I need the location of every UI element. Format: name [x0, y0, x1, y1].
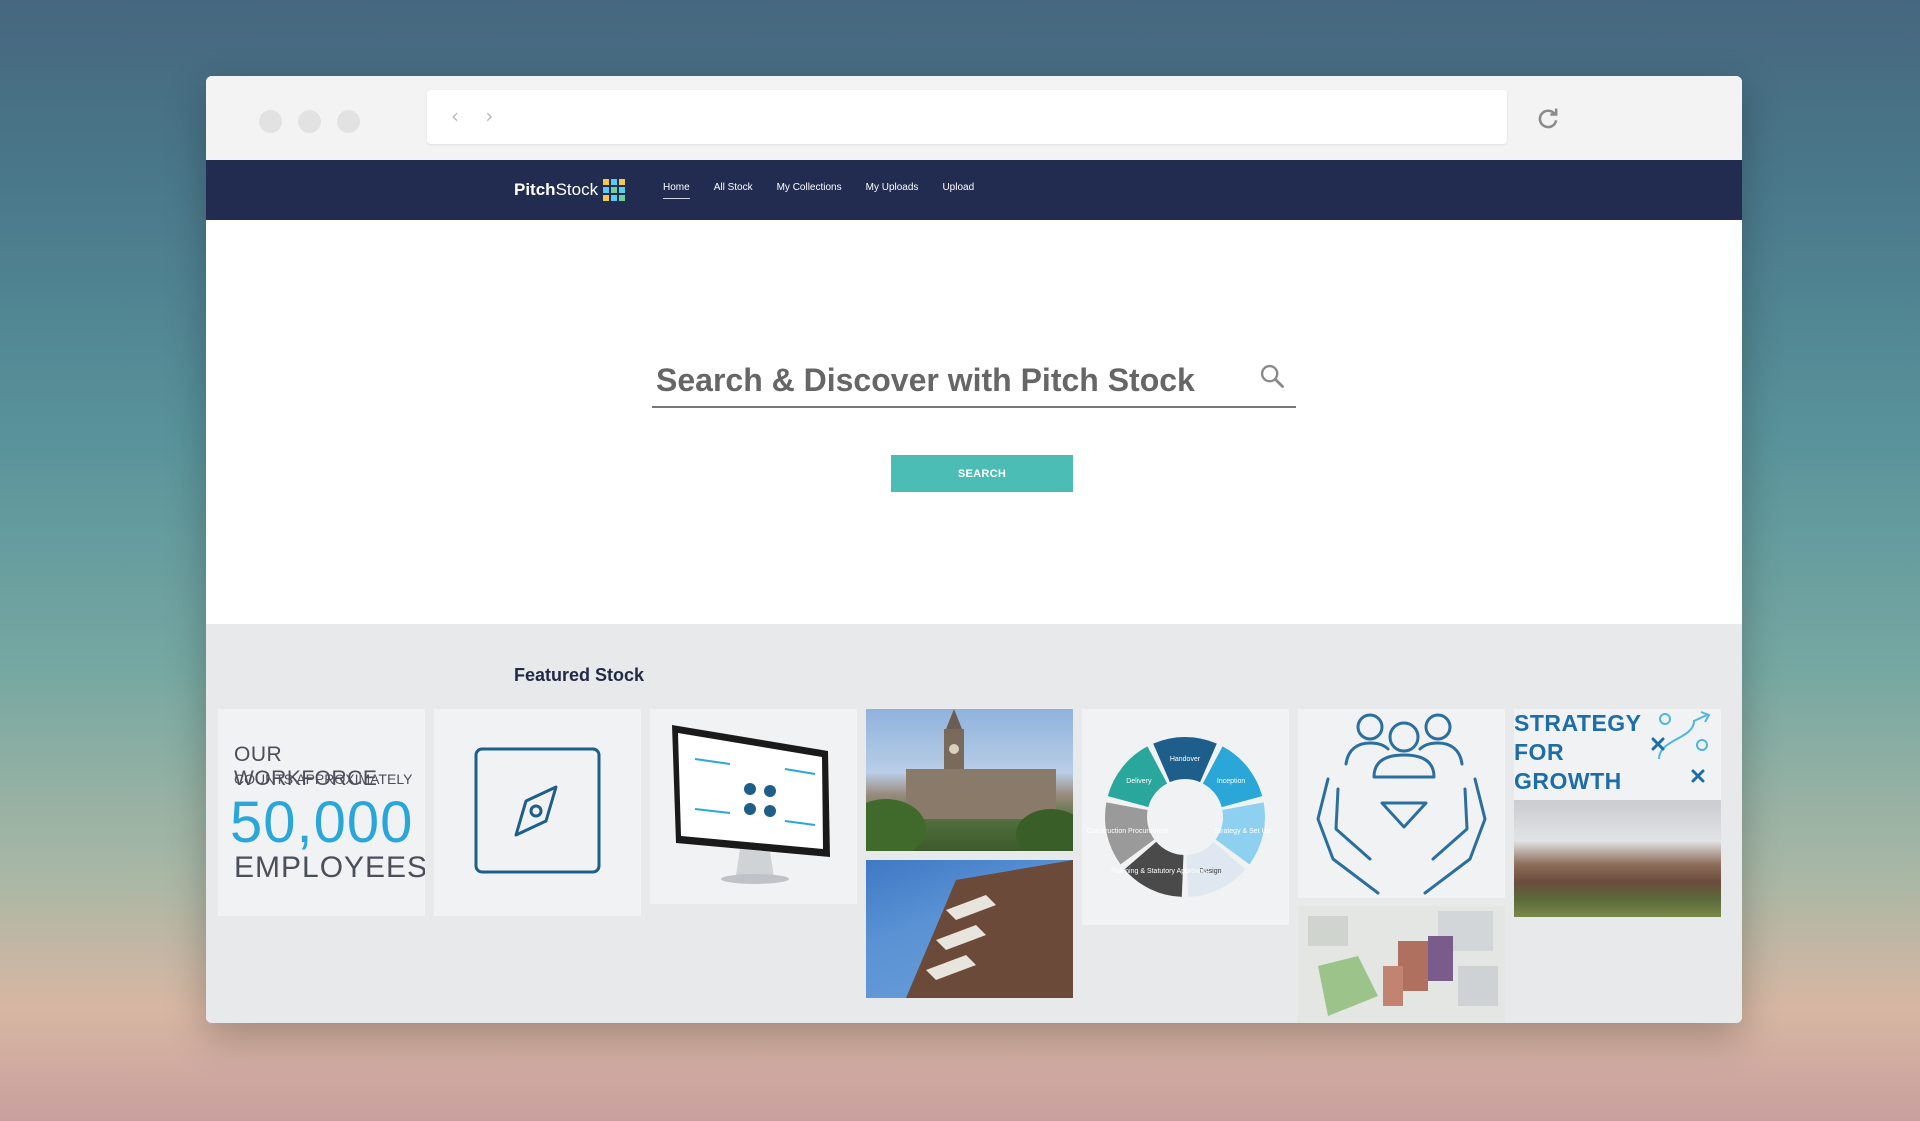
nav-item-upload[interactable]: Upload — [942, 182, 974, 193]
brand-logo[interactable]: PitchStock — [514, 180, 598, 200]
featured-title: Featured Stock — [514, 665, 645, 685]
workforce-line2: COUNTS APPROXIMATELY — [234, 771, 413, 787]
brand-grid-cell — [619, 187, 625, 193]
brand-grid-cell — [603, 195, 609, 201]
maximize-window-button[interactable] — [337, 110, 360, 133]
brand-grid-icon — [603, 179, 625, 201]
browser-window: ‹ › PitchStock Home All Stock My Collectio… — [206, 76, 1742, 1023]
search-hero: SEARCH — [206, 220, 1742, 624]
stock-tile-town-hall-photo[interactable] — [866, 709, 1073, 851]
minimize-window-button[interactable] — [298, 110, 321, 133]
search-icon[interactable] — [1258, 362, 1286, 390]
search-field — [652, 356, 1296, 408]
workforce-line4: EMPLOYEES — [234, 851, 425, 884]
strategy-play-icon — [1651, 711, 1711, 783]
stock-tile-strategy-for-growth[interactable]: STRATEGY FOR GROWTH — [1514, 709, 1721, 917]
brand-grid-cell — [611, 179, 617, 185]
cycle-segment-label: Construction Procurement — [1087, 828, 1168, 835]
project-cycle-diagram: HandoverInceptionStrategy & Set UpDesign… — [1087, 737, 1271, 897]
stock-tile-people-hands[interactable] — [1298, 709, 1505, 898]
browser-chrome: ‹ › — [206, 76, 1742, 160]
search-input[interactable] — [652, 356, 1296, 404]
building-image — [906, 860, 1073, 998]
search-button[interactable]: SEARCH — [891, 455, 1073, 492]
stock-tile-workforce[interactable]: OUR WORKFORCE COUNTS APPROXIMATELY 50,00… — [218, 709, 425, 916]
nav-item-all-stock[interactable]: All Stock — [714, 182, 753, 193]
cycle-segment-label: Delivery — [1126, 778, 1152, 785]
cycle-segment-label: Handover — [1170, 756, 1201, 763]
cycle-segment — [1202, 746, 1263, 808]
stock-tile-project-cycle[interactable]: Handover Inception Strategy & Set Up Design… — [1082, 709, 1289, 925]
compass-icon — [474, 747, 601, 874]
stock-tile-building-photo[interactable] — [866, 860, 1073, 998]
featured-stock-section: Featured Stock OUR WORKFORCE COUNTS APPR… — [206, 624, 1742, 1023]
brand-grid-cell — [611, 195, 617, 201]
cycle-segment-label: Inception — [1217, 778, 1246, 785]
people-hands-icon — [1316, 713, 1487, 895]
address-bar[interactable]: ‹ › — [427, 90, 1507, 144]
brand-grid-cell — [619, 179, 625, 185]
derelict-building-photo — [1514, 800, 1721, 917]
brand-grid-cell — [603, 179, 609, 185]
stock-tile-monitor[interactable] — [650, 709, 857, 904]
nav-item-my-collections[interactable]: My Collections — [777, 182, 842, 193]
brand-grid-cell — [611, 187, 617, 193]
town-hall-image — [866, 709, 1073, 851]
brand-grid-cell — [603, 187, 609, 193]
close-window-button[interactable] — [259, 110, 282, 133]
top-navbar: PitchStock Home All Stock My Collections My… — [206, 160, 1742, 220]
workforce-number: 50,000 — [230, 790, 414, 855]
stock-tile-compass[interactable] — [434, 709, 641, 916]
strategy-heading: STRATEGY FOR GROWTH — [1514, 710, 1642, 794]
nav-item-home[interactable]: Home — [663, 182, 690, 199]
cycle-segment — [1107, 746, 1168, 808]
cycle-segment-label: Planning & Statutory Approvals — [1111, 868, 1208, 875]
monitor-icon — [672, 725, 830, 884]
stock-tile-aerial-map[interactable] — [1298, 906, 1505, 1023]
cycle-segment-label: Strategy & Set Up — [1215, 828, 1271, 835]
back-forward-icon[interactable]: ‹ › — [451, 104, 503, 128]
main-nav: Home All Stock My Collections My Uploads Upl… — [663, 182, 974, 199]
reload-icon[interactable] — [1534, 104, 1562, 132]
aerial-map-image — [1298, 906, 1505, 1023]
nav-item-my-uploads[interactable]: My Uploads — [866, 182, 919, 193]
brand-grid-cell — [619, 195, 625, 201]
